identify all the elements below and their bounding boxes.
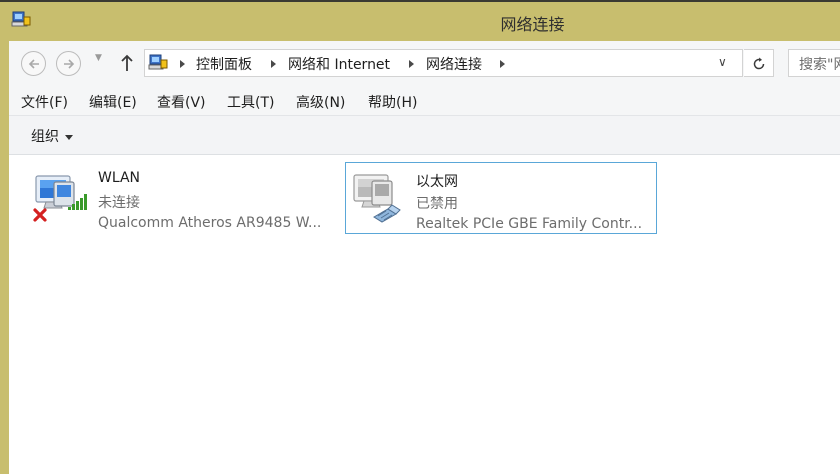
- address-toolbar: ▼ 控制面板 网络和 Internet 网络连接 ∨ 搜索": [9, 41, 840, 85]
- breadcrumb-separator-icon[interactable]: [409, 60, 414, 68]
- list-item-ethernet[interactable]: 以太网 已禁用 Realtek PCIe GBE Family Contr...: [345, 162, 657, 234]
- breadcrumb-network-connections[interactable]: 网络连接: [426, 54, 482, 74]
- up-arrow-icon: [121, 54, 133, 71]
- organize-label: 组织: [31, 129, 59, 145]
- adapter-device: Qualcomm Atheros AR9485 W...: [98, 215, 322, 231]
- title-bar[interactable]: 网络连接: [0, 0, 840, 41]
- refresh-button[interactable]: [744, 49, 774, 77]
- command-bar: 组织: [9, 115, 840, 155]
- menu-tools[interactable]: 工具(T): [227, 92, 274, 112]
- list-item-wlan[interactable]: WLAN 未连接 Qualcomm Atheros AR9485 W...: [28, 162, 338, 234]
- menu-help[interactable]: 帮助(H): [368, 92, 417, 112]
- back-button[interactable]: [21, 51, 46, 76]
- address-history-chevron-icon[interactable]: ∨: [718, 55, 727, 69]
- breadcrumb-control-panel[interactable]: 控制面板: [196, 54, 252, 74]
- organize-button[interactable]: 组织: [31, 126, 73, 146]
- breadcrumb-separator-icon[interactable]: [271, 60, 276, 68]
- menu-file[interactable]: 文件(F): [21, 92, 68, 112]
- window-title: 网络连接: [500, 15, 565, 34]
- adapter-list[interactable]: WLAN 未连接 Qualcomm Atheros AR9485 W... 以太: [9, 155, 840, 474]
- menu-bar: 文件(F) 编辑(E) 查看(V) 工具(T) 高级(N) 帮助(H): [9, 85, 840, 115]
- adapter-status: 已禁用: [416, 196, 458, 212]
- forward-button[interactable]: [56, 51, 81, 76]
- forward-arrow-icon: [64, 59, 75, 69]
- wireless-adapter-disconnected-icon: [32, 166, 90, 228]
- adapter-status: 未连接: [98, 195, 140, 211]
- adapter-device: Realtek PCIe GBE Family Contr...: [416, 216, 643, 232]
- explorer-window: ▼ 控制面板 网络和 Internet 网络连接 ∨ 搜索" 文件(F) 编辑(…: [9, 41, 840, 474]
- recent-locations-chevron-icon[interactable]: ▼: [95, 53, 102, 63]
- breadcrumb-separator-icon[interactable]: [180, 60, 185, 68]
- address-bar[interactable]: 控制面板 网络和 Internet 网络连接 ∨: [144, 49, 743, 77]
- menu-advanced[interactable]: 高级(N): [296, 92, 345, 112]
- menu-view[interactable]: 查看(V): [157, 92, 206, 112]
- adapter-name: WLAN: [98, 170, 141, 186]
- refresh-icon: [753, 57, 765, 70]
- breadcrumb-separator-icon[interactable]: [500, 60, 505, 68]
- control-panel-icon: [148, 53, 168, 73]
- chevron-down-icon: [65, 134, 73, 140]
- up-button[interactable]: [117, 50, 137, 76]
- adapter-name: 以太网: [416, 174, 458, 190]
- menu-edit[interactable]: 编辑(E): [89, 92, 137, 112]
- back-arrow-icon: [28, 59, 39, 69]
- breadcrumb-network-internet[interactable]: 网络和 Internet: [288, 54, 390, 74]
- ethernet-adapter-disabled-icon: [350, 167, 408, 229]
- search-input[interactable]: 搜索"网络连接": [788, 49, 840, 77]
